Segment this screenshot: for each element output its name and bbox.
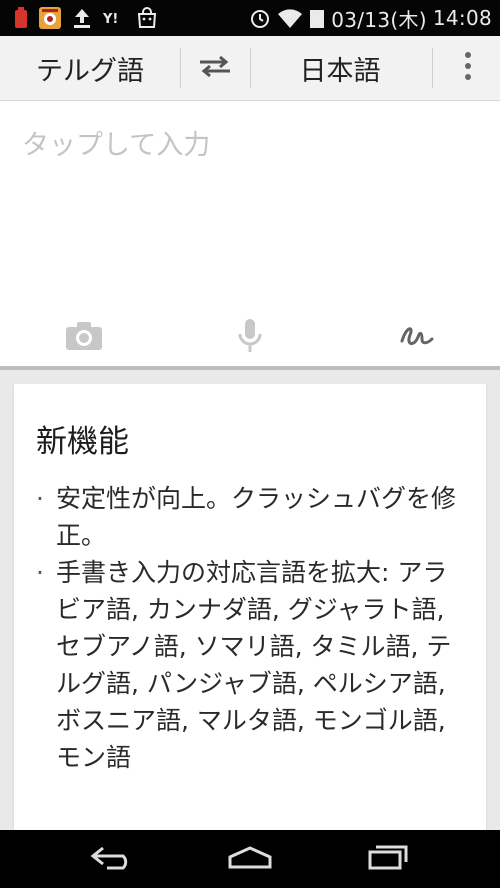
back-button[interactable] [62,830,162,888]
whats-new-card: 新機能 · 安定性が向上。クラッシュバグを修正。 · 手書き入力の対応言語を拡大: … [14,384,486,844]
home-button[interactable] [200,830,300,888]
target-language-button[interactable]: 日本語 [250,36,430,100]
swap-icon [198,54,232,82]
input-placeholder[interactable]: タップして入力 [22,123,210,162]
divider [432,48,433,88]
overflow-menu-button[interactable] [436,36,500,100]
list-item-text: 安定性が向上。クラッシュバグを修正。 [56,484,457,550]
upload-icon [72,5,92,31]
status-bar: Y! 03/13(木) 14:08 [0,0,500,36]
recent-apps-button[interactable] [338,830,438,888]
shopping-bag-icon [136,5,158,31]
translation-input-area[interactable]: タップして入力 [0,101,500,366]
whats-new-list: · 安定性が向上。クラッシュバグを修正。 · 手書き入力の対応言語を拡大: アラビア… [36,480,466,776]
status-date: 03/13(木) [331,7,427,32]
list-item: · 手書き入力の対応言語を拡大: アラビア語, カンナダ語, グジャラト語, セブ… [36,558,452,772]
app-notification-icon [38,5,62,31]
source-language-button[interactable]: テルグ語 [0,36,180,100]
camera-button[interactable] [54,313,114,363]
status-time: 14:08 [432,6,492,30]
handwriting-button[interactable] [386,313,446,363]
camera-icon [64,320,104,356]
handwriting-icon [396,319,436,357]
language-bar: テルグ語 日本語 [0,36,500,101]
system-status: 03/13(木) 14:08 [249,0,492,36]
svg-text:Y!: Y! [102,12,118,27]
wifi-icon [277,5,303,31]
home-icon [226,845,274,873]
voice-input-button[interactable] [220,313,280,363]
alarm-icon [249,5,271,31]
whats-new-title: 新機能 [36,424,129,460]
list-item: · 安定性が向上。クラッシュバグを修正。 [36,484,457,550]
signal-icon [309,5,325,31]
recent-apps-icon [366,844,410,874]
navigation-bar [0,830,500,888]
microphone-icon [236,317,264,359]
overflow-menu-icon [464,51,472,85]
list-item-text: 手書き入力の対応言語を拡大: アラビア語, カンナダ語, グジャラト語, セブア… [56,558,452,772]
input-divider [0,366,500,370]
notification-icons: Y! [14,4,158,32]
swap-languages-button[interactable] [180,36,250,100]
back-icon [89,844,135,874]
battery-low-icon [14,5,28,31]
yahoo-icon: Y! [102,5,126,31]
